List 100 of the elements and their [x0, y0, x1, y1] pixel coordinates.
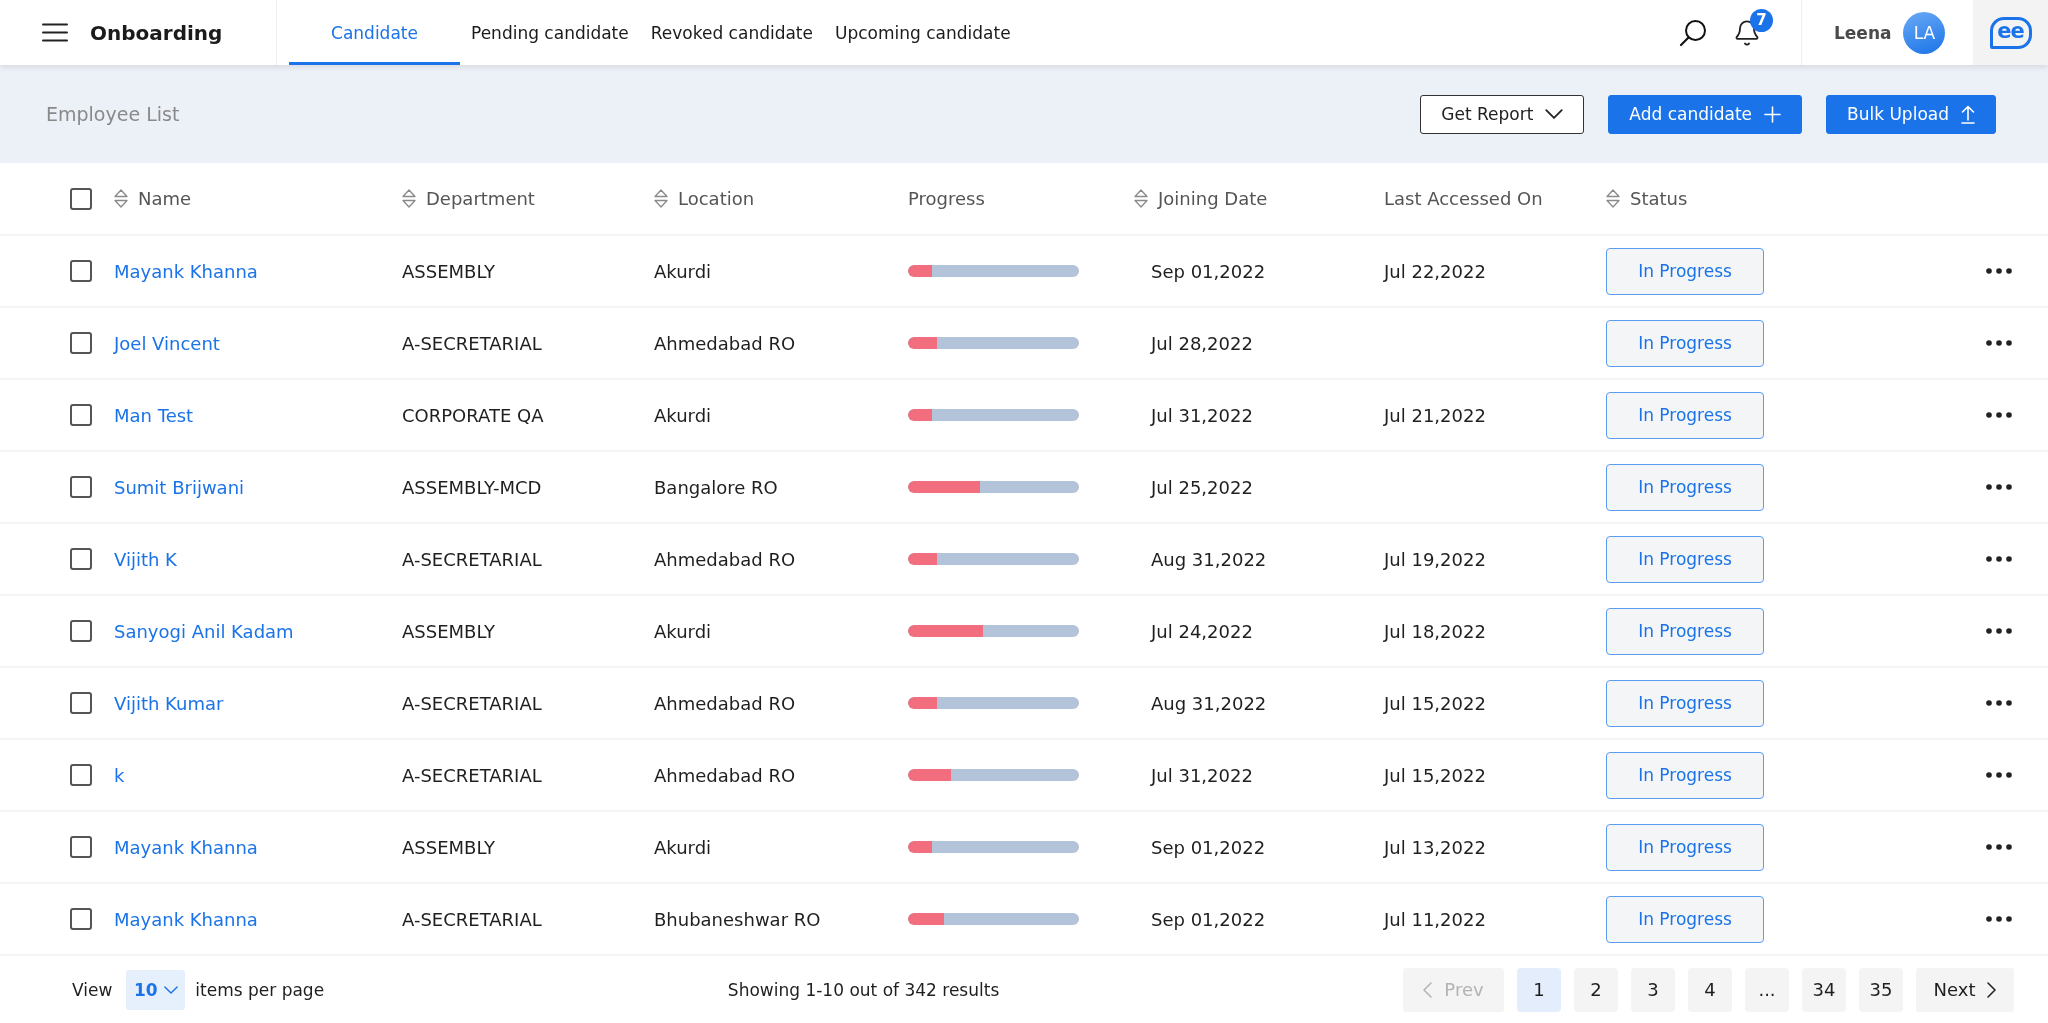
location-cell: Ahmedabad RO: [654, 332, 796, 354]
row-actions-button[interactable]: [1986, 628, 2012, 634]
candidate-name-link[interactable]: Mayank Khanna: [114, 908, 258, 930]
page-button[interactable]: 2: [1574, 967, 1618, 1012]
user-avatar[interactable]: LA: [1903, 11, 1946, 54]
bulk-upload-button[interactable]: Bulk Upload: [1826, 94, 1996, 134]
candidate-name-link[interactable]: Vijith K: [114, 548, 177, 570]
department-cell: ASSEMBLY: [402, 260, 496, 282]
row-actions-button[interactable]: [1986, 340, 2012, 346]
column-header[interactable]: Progress: [908, 188, 985, 209]
status-button[interactable]: In Progress: [1606, 679, 1764, 727]
row-checkbox[interactable]: [70, 260, 92, 282]
row-actions-button[interactable]: [1986, 484, 2012, 490]
row-checkbox[interactable]: [70, 404, 92, 426]
more-icon: [1986, 916, 2012, 922]
row-checkbox[interactable]: [70, 620, 92, 642]
row-actions-button[interactable]: [1986, 772, 2012, 778]
menu-icon: [42, 23, 68, 42]
status-button[interactable]: In Progress: [1606, 391, 1764, 439]
page-button[interactable]: 34: [1802, 967, 1846, 1012]
add-candidate-button[interactable]: Add candidate: [1608, 94, 1802, 134]
candidate-name-link[interactable]: Joel Vincent: [114, 332, 220, 354]
column-header[interactable]: Last Accessed On: [1384, 188, 1543, 209]
report-dropdown[interactable]: Get Report: [1420, 94, 1585, 134]
app-title: Onboarding: [90, 20, 223, 45]
last-accessed-cell: Jul 11,2022: [1384, 908, 1486, 930]
row-checkbox[interactable]: [70, 692, 92, 714]
page-button[interactable]: 1: [1517, 967, 1561, 1012]
joining-date-cell-text: Jul 24,2022: [1149, 620, 1253, 642]
more-icon: [1986, 700, 2012, 706]
more-icon: [1986, 340, 2012, 346]
location-cell: Akurdi: [654, 260, 712, 282]
row-checkbox[interactable]: [70, 332, 92, 354]
row-checkbox[interactable]: [70, 548, 92, 570]
location-cell: Akurdi: [654, 836, 712, 858]
joining-date-cell-text: Sep 01,2022: [1150, 260, 1266, 282]
row-actions-button[interactable]: [1986, 268, 2012, 274]
row-actions-button[interactable]: [1986, 412, 2012, 418]
row-actions-button[interactable]: [1986, 916, 2012, 922]
column-header[interactable]: Department: [402, 188, 535, 209]
last-accessed-cell: Jul 19,2022: [1384, 548, 1486, 570]
candidate-name-link[interactable]: Mayank Khanna: [114, 260, 258, 282]
upload-icon: [1961, 104, 1975, 124]
status-button[interactable]: In Progress: [1606, 535, 1764, 583]
search-icon: [1679, 18, 1707, 47]
candidate-name-link[interactable]: k: [114, 764, 125, 786]
menu-button[interactable]: [42, 23, 68, 42]
status-button[interactable]: In Progress: [1606, 319, 1764, 367]
status-button[interactable]: In Progress: [1606, 247, 1764, 295]
page-button[interactable]: 35: [1859, 967, 1903, 1012]
joining-date-cell-text: Jul 31,2022: [1149, 404, 1253, 426]
last-accessed-cell: Jul 15,2022: [1384, 764, 1486, 786]
tab[interactable]: Pending candidate: [460, 0, 640, 65]
page-button[interactable]: 4: [1688, 967, 1732, 1012]
candidate-name-link[interactable]: Sanyogi Anil Kadam: [114, 620, 294, 642]
candidate-name-link[interactable]: Vijith Kumar: [114, 692, 224, 714]
candidate-name-link[interactable]: Man Test: [114, 404, 194, 426]
status-button[interactable]: In Progress: [1606, 463, 1764, 511]
page-button[interactable]: 3: [1631, 967, 1675, 1012]
row-actions-button[interactable]: [1986, 700, 2012, 706]
sort-icon: [402, 189, 416, 208]
chevron-right-icon: [1987, 981, 1997, 998]
location-cell: Bangalore RO: [654, 476, 778, 498]
joining-date-cell-text: Jul 25,2022: [1149, 476, 1253, 498]
row-checkbox[interactable]: [70, 476, 92, 498]
search-button[interactable]: [1679, 18, 1707, 47]
page-button[interactable]: ...: [1745, 967, 1789, 1012]
status-button[interactable]: In Progress: [1606, 823, 1764, 871]
candidate-name-link[interactable]: Sumit Brijwani: [114, 476, 245, 498]
more-icon: [1986, 484, 2012, 490]
page-size-select[interactable]: 10: [126, 969, 186, 1010]
row-checkbox[interactable]: [70, 764, 92, 786]
tab[interactable]: Revoked candidate: [639, 0, 824, 65]
column-header[interactable]: Status: [1606, 188, 1688, 209]
column-header[interactable]: Location: [654, 188, 755, 209]
column-header[interactable]: Name: [114, 188, 192, 209]
next-page-button[interactable]: Next: [1916, 967, 2014, 1012]
location-cell: Ahmedabad RO: [654, 692, 796, 714]
candidate-name-link[interactable]: Mayank Khanna: [114, 836, 258, 858]
more-icon: [1986, 844, 2012, 850]
department-cell: A-SECRETARIAL: [402, 692, 542, 714]
view-label: View: [72, 979, 113, 1000]
chevron-left-icon: [1423, 981, 1433, 998]
select-all-checkbox[interactable]: [70, 187, 92, 210]
joining-date-cell-text: Jul 28,2022: [1149, 332, 1253, 354]
tab[interactable]: Upcoming candidate: [824, 0, 1022, 65]
row-checkbox[interactable]: [70, 836, 92, 858]
more-icon: [1986, 268, 2012, 274]
column-header[interactable]: Joining Date: [1134, 188, 1268, 209]
sort-icon: [114, 189, 128, 208]
status-button[interactable]: In Progress: [1606, 607, 1764, 655]
status-button[interactable]: In Progress: [1606, 895, 1764, 943]
status-button[interactable]: In Progress: [1606, 751, 1764, 799]
row-actions-button[interactable]: [1986, 844, 2012, 850]
sort-icon: [1606, 189, 1620, 208]
location-cell: Akurdi: [654, 620, 712, 642]
row-actions-button[interactable]: [1986, 556, 2012, 562]
plus-icon: [1764, 105, 1781, 123]
row-checkbox[interactable]: [70, 908, 92, 930]
location-cell: Ahmedabad RO: [654, 548, 796, 570]
